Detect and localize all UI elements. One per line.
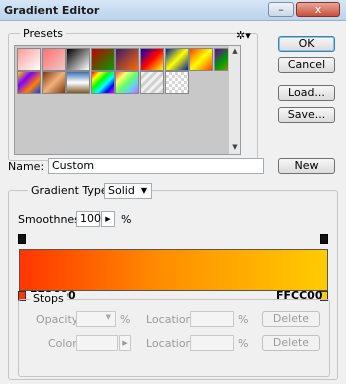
- presets-scrollbar[interactable]: ▲ ▼: [228, 46, 240, 154]
- cancel-button[interactable]: Cancel: [278, 57, 335, 73]
- opacity-field[interactable]: ▼: [76, 311, 116, 327]
- preset-swatch-violet-orange[interactable]: [115, 48, 140, 71]
- color-location-unit: %: [238, 337, 249, 350]
- preset-swatch-checker-transparent[interactable]: [164, 71, 189, 94]
- delete-color-stop-button[interactable]: Delete: [262, 335, 320, 351]
- opacity-location-label: Location:: [146, 313, 197, 326]
- scroll-up-icon[interactable]: ▲: [230, 47, 240, 57]
- gear-icon[interactable]: ✲▾: [236, 29, 251, 42]
- preset-swatch-transparent-stripes[interactable]: [140, 71, 164, 94]
- color-menu-arrow-icon[interactable]: ▶: [119, 335, 131, 351]
- preset-swatch-foreground-to-background[interactable]: [17, 48, 41, 71]
- window-title: Gradient Editor: [4, 4, 100, 17]
- opacity-location-unit: %: [238, 313, 249, 326]
- gradient-type-value: Solid: [108, 184, 135, 197]
- new-button[interactable]: New: [278, 158, 335, 174]
- scroll-down-icon[interactable]: ▼: [230, 143, 240, 153]
- opacity-label: Opacity:: [36, 313, 82, 326]
- delete-opacity-stop-button[interactable]: Delete: [262, 311, 320, 327]
- color-location-field[interactable]: [190, 335, 234, 351]
- preset-swatch-transparent-rainbow[interactable]: [115, 71, 140, 94]
- opacity-stop-left[interactable]: [18, 234, 26, 244]
- stops-label: Stops: [30, 292, 67, 305]
- smoothness-field[interactable]: 100: [76, 211, 101, 227]
- preset-swatch-orange-yellow-orange[interactable]: [189, 48, 214, 71]
- preset-swatch-foreground-to-transparent[interactable]: [41, 48, 66, 71]
- smoothness-dropdown-icon[interactable]: ▶: [101, 211, 115, 227]
- preset-swatch-blue-red-yellow[interactable]: [140, 48, 164, 71]
- title-bar: Gradient Editor – x: [0, 0, 346, 21]
- close-button[interactable]: x: [296, 2, 340, 17]
- minimize-button[interactable]: –: [268, 2, 294, 17]
- preset-swatch-yellow-violet-orange-blue[interactable]: [17, 71, 41, 94]
- preset-swatch-spectrum[interactable]: [90, 71, 115, 94]
- ok-button[interactable]: OK: [278, 36, 335, 52]
- preset-swatch-chrome[interactable]: [66, 71, 91, 94]
- chevron-down-icon: ▼: [105, 313, 111, 321]
- presets-swatch-list[interactable]: ▲ ▼: [14, 45, 241, 155]
- smoothness-unit: %: [121, 213, 132, 226]
- preset-swatch-blue-yellow-blue[interactable]: [164, 48, 189, 71]
- opacity-stop-right[interactable]: [320, 234, 328, 244]
- gradient-preview-bar[interactable]: [19, 249, 328, 291]
- gradient-editor-dialog: Presets ✲▾ ▲ ▼ OK Cancel Load... Save...…: [0, 21, 346, 384]
- name-label: Name:: [8, 160, 45, 173]
- opacity-unit: %: [120, 313, 131, 326]
- presets-label: Presets: [20, 27, 67, 40]
- preset-swatch-black-to-white[interactable]: [66, 48, 91, 71]
- load-button[interactable]: Load...: [278, 85, 335, 101]
- color-location-label: Location:: [146, 337, 197, 350]
- gradient-type-select[interactable]: Solid ▼: [104, 183, 152, 199]
- color-swatch-field[interactable]: [76, 335, 118, 351]
- opacity-location-field[interactable]: [190, 311, 234, 327]
- chevron-down-icon: ▼: [140, 186, 147, 195]
- gradient-type-label: Gradient Type:: [28, 184, 115, 197]
- preset-swatch-copper[interactable]: [41, 71, 66, 94]
- save-button[interactable]: Save...: [278, 107, 335, 123]
- name-field[interactable]: Custom: [48, 158, 264, 174]
- preset-swatch-red-green[interactable]: [90, 48, 115, 71]
